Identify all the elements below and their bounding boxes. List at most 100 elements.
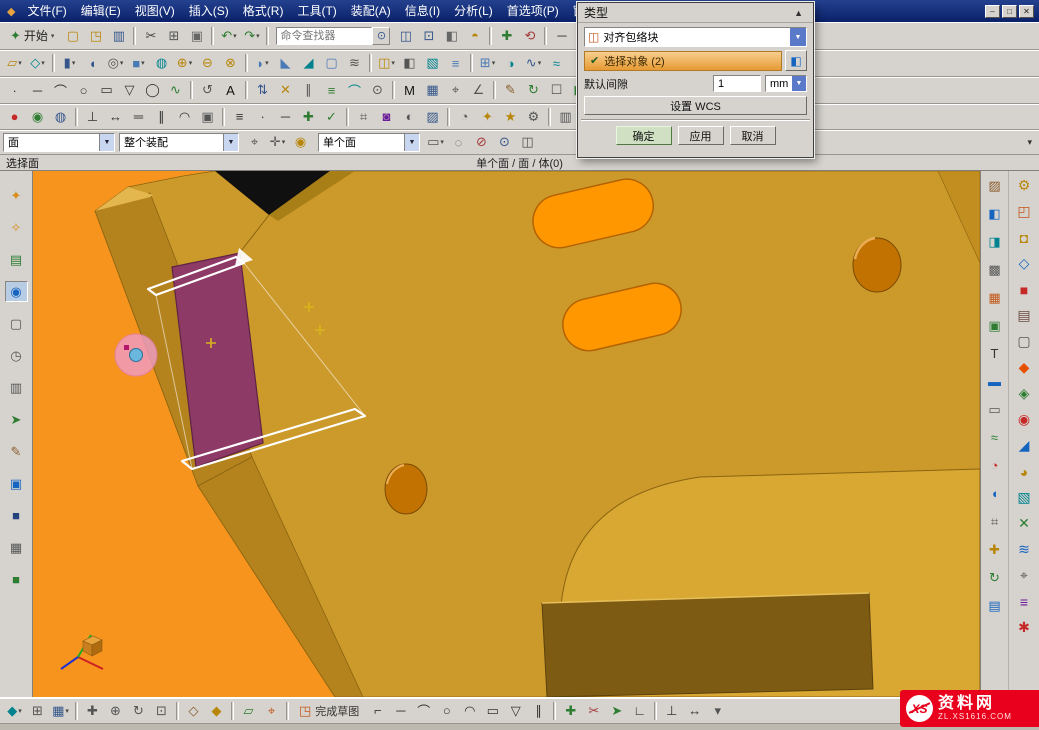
qualify-selection-icon[interactable]: ⊙ [493, 132, 516, 153]
display-mode-icon[interactable]: ▦▾ [49, 700, 72, 721]
point-tool-icon[interactable]: ∙ [3, 80, 26, 101]
set-wcs-button[interactable]: 设置 WCS [584, 96, 807, 115]
cut-icon[interactable]: ✂ [139, 25, 162, 46]
hole-icon[interactable]: ◎▾ [104, 53, 127, 74]
rotate-scene-icon[interactable]: ↻ [127, 700, 150, 721]
measure-angle-icon[interactable]: ∠ [467, 80, 490, 101]
process-studio-icon[interactable]: ▥ [5, 377, 28, 398]
trim-body-icon[interactable]: ◫▾ [375, 53, 398, 74]
join-curve-icon[interactable]: ⊙ [366, 80, 389, 101]
pan-view-icon[interactable]: ✚ [81, 700, 104, 721]
system-scenes-icon[interactable]: ▣ [5, 473, 28, 494]
rotate-view-mode-icon[interactable]: ↻ [983, 567, 1006, 588]
expression-icon[interactable]: M [398, 80, 421, 101]
sketch-dimensions-icon[interactable]: ↔ [683, 700, 706, 721]
offset-surface-icon[interactable]: ≡ [444, 53, 467, 74]
work-grid-icon[interactable]: ⌗ [983, 511, 1006, 532]
performance-icon[interactable]: ⚙ [522, 106, 545, 127]
auto-constrain-icon[interactable]: ✚ [297, 106, 320, 127]
sketch-polygon-icon[interactable]: ▽ [504, 700, 527, 721]
minimize-button[interactable]: – [985, 5, 1000, 18]
dropdown-arrow-icon[interactable]: ▾ [72, 59, 76, 67]
new-file-icon[interactable]: ▢ [61, 25, 84, 46]
magnet-snap-icon[interactable]: ⌖ [260, 700, 283, 721]
chevron-down-icon[interactable]: ▼ [790, 28, 806, 46]
dropdown-arrow-icon[interactable]: ▾ [265, 59, 269, 67]
general-selection-filter-icon[interactable]: ⌖ [243, 132, 266, 153]
ok-button[interactable]: 确定 [616, 126, 672, 145]
red-block-icon[interactable]: ■ [1013, 279, 1036, 300]
dropdown-arrow-icon[interactable]: ▾ [440, 138, 444, 146]
unit-dropdown[interactable]: mm ▼ [765, 75, 807, 92]
helix-icon[interactable]: ↺ [196, 80, 219, 101]
ray-traced-studio-icon[interactable]: ▩ [983, 259, 1006, 280]
note-icon[interactable]: ▢ [1013, 331, 1036, 352]
mirror-feature-icon[interactable]: ◑ [499, 53, 522, 74]
thread-icon[interactable]: ≋ [343, 53, 366, 74]
emboss-feature-icon[interactable]: ◉ [1013, 409, 1036, 430]
suppress-feature-icon[interactable]: ☐ [545, 80, 568, 101]
dropdown-arrow-icon[interactable]: ▾ [18, 59, 22, 67]
dropdown-arrow-icon[interactable]: ▾ [538, 59, 542, 67]
work-section-icon[interactable]: ▱ [237, 700, 260, 721]
face-rule-dropdown[interactable]: 单个面 ▼ [318, 133, 420, 152]
project-curve-icon[interactable]: ⇅ [251, 80, 274, 101]
show-constraints-icon[interactable]: ✓ [320, 106, 343, 127]
fix-constraint-icon[interactable]: ▣ [196, 106, 219, 127]
selection-depth-icon[interactable]: ◫ [516, 132, 539, 153]
dropdown-arrow-icon[interactable]: ▾ [492, 59, 496, 67]
view-section-icon[interactable]: ▬ [983, 371, 1006, 392]
menu-tools[interactable]: 工具(T) [290, 0, 343, 22]
close-button[interactable]: ✕ [1019, 5, 1034, 18]
spreadsheet-icon[interactable]: ▦ [421, 80, 444, 101]
open-file-icon[interactable]: ◳ [84, 25, 107, 46]
sweep-icon[interactable]: ∿▾ [522, 53, 545, 74]
work-layer-icon[interactable]: ● [3, 106, 26, 127]
decal-icon[interactable]: ▣ [983, 315, 1006, 336]
reflection-analysis-icon[interactable]: ◖ [983, 483, 1006, 504]
command-finder-input[interactable] [276, 27, 372, 45]
draft-icon[interactable]: ◢ [297, 53, 320, 74]
collapse-group-icon[interactable]: ▲ [790, 7, 807, 19]
snap-point-icon[interactable]: ✚ [495, 25, 518, 46]
measure-tool-icon[interactable]: ⌖ [1013, 565, 1036, 586]
render-style-icon[interactable]: ◐ [398, 106, 421, 127]
snap-point-toggle-icon[interactable]: ✛▾ [266, 132, 289, 153]
rectangle-tool-icon[interactable]: ▭ [95, 80, 118, 101]
high-quality-image-icon[interactable]: ★ [499, 106, 522, 127]
sketch-point-icon[interactable]: ✚ [559, 700, 582, 721]
dropdown-arrow-icon[interactable]: ▾ [233, 32, 237, 40]
scene-preferences-icon[interactable]: ✱ [1013, 617, 1036, 638]
ellipse-tool-icon[interactable]: ◯ [141, 80, 164, 101]
sketch-icon[interactable]: ▱▾ [3, 53, 26, 74]
surface-feature-icon[interactable]: ◆ [1013, 357, 1036, 378]
menu-format[interactable]: 格式(R) [236, 0, 291, 22]
pattern-feature-icon[interactable]: ⊞▾ [476, 53, 499, 74]
selection-scope-dropdown[interactable]: 整个装配 ▼ [119, 133, 239, 152]
horizontal-constraint-icon[interactable]: ═ [127, 106, 150, 127]
perpendicular-constraint-icon[interactable]: ⊥ [81, 106, 104, 127]
split-body-icon[interactable]: ◧ [398, 53, 421, 74]
stop-selection-icon[interactable]: ⊘ [470, 132, 493, 153]
paste-icon[interactable]: ▣ [185, 25, 208, 46]
chevron-down-icon[interactable]: ▼ [99, 134, 114, 151]
camera-icon[interactable]: ◔ [453, 106, 476, 127]
datum-plane-icon[interactable]: ◇▾ [26, 53, 49, 74]
sketch-line-icon[interactable]: ─ [389, 700, 412, 721]
blend-face-icon[interactable]: ◕ [1013, 461, 1036, 482]
history-palette-icon[interactable]: ◷ [5, 345, 28, 366]
menu-preferences[interactable]: 首选项(P) [500, 0, 566, 22]
line-icon[interactable]: ─ [550, 25, 573, 46]
shaded-mode-icon[interactable]: ◆ [205, 700, 228, 721]
dropdown-arrow-icon[interactable]: ▾ [189, 59, 193, 67]
sketch-circle-icon[interactable]: ○ [435, 700, 458, 721]
midpoint-constraint-icon[interactable]: ∙ [251, 106, 274, 127]
layer-visible-icon[interactable]: ◉ [26, 106, 49, 127]
toolbar-overflow-chevron[interactable]: ▾ [1023, 137, 1036, 148]
start-button[interactable]: ✦ 开始 ▾ [3, 25, 61, 47]
view-orient-cube-icon[interactable]: ◆▾ [3, 700, 26, 721]
menu-edit[interactable]: 编辑(E) [74, 0, 128, 22]
bridge-curve-icon[interactable]: ⌒ [343, 80, 366, 101]
3d-viewport[interactable] [33, 171, 980, 697]
tile-windows-icon[interactable]: ⊞ [26, 700, 49, 721]
